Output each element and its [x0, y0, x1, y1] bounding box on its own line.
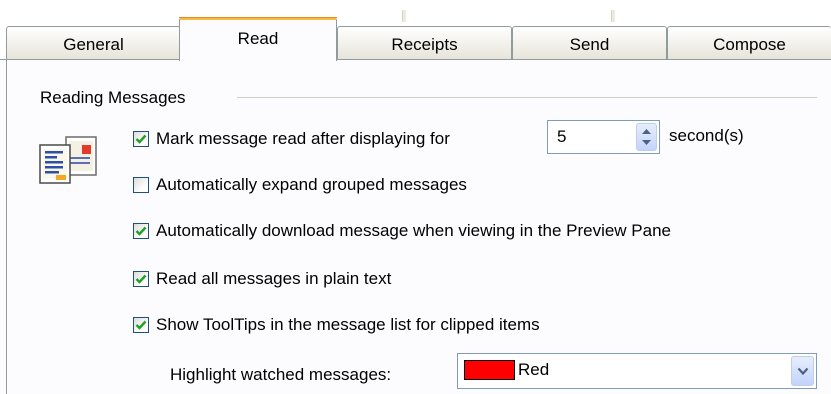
checkmark-icon — [135, 320, 147, 330]
expand-grouped-checkbox[interactable] — [133, 177, 149, 193]
highlight-watched-label: Highlight watched messages: — [170, 365, 392, 384]
mark-read-label: Mark message read after displaying for — [156, 129, 450, 148]
plain-text-label: Read all messages in plain text — [156, 269, 392, 288]
checkmark-icon — [135, 134, 147, 144]
tooltips-checkbox[interactable] — [133, 317, 149, 333]
tab-label: Read — [237, 29, 279, 48]
auto-download-checkbox[interactable] — [133, 223, 149, 239]
mark-read-checkbox[interactable] — [133, 131, 149, 147]
tooltips-label: Show ToolTips in the message list for cl… — [156, 315, 540, 334]
auto-download-label: Automatically download message when view… — [156, 221, 672, 240]
tab-send[interactable]: Send — [512, 26, 667, 59]
tab-label: Receipts — [391, 35, 458, 54]
tab-divider-decoration — [402, 10, 406, 22]
spin-arrows-icon — [642, 129, 651, 145]
tab-divider-decoration — [611, 10, 615, 22]
tab-receipts[interactable]: Receipts — [337, 26, 512, 59]
tab-label: General — [63, 35, 124, 54]
option-plain-text[interactable]: Read all messages in plain text — [133, 267, 391, 291]
option-mark-read[interactable]: Mark message read after displaying for — [133, 127, 450, 151]
tab-compose[interactable]: Compose — [667, 26, 831, 59]
window-top-strip — [0, 0, 831, 24]
dropdown-button[interactable] — [791, 356, 814, 386]
spinner-buttons[interactable] — [636, 123, 657, 151]
tab-read[interactable]: Read — [179, 17, 337, 61]
tab-label: Compose — [713, 35, 786, 54]
highlight-color-select[interactable]: Red — [457, 353, 817, 389]
tab-label: Send — [569, 35, 610, 54]
option-auto-download[interactable]: Automatically download message when view… — [133, 219, 671, 243]
reading-messages-heading: Reading Messages — [40, 88, 186, 108]
checkmark-icon — [135, 274, 147, 284]
checkmark-icon — [135, 226, 147, 236]
message-document-icon — [38, 135, 100, 187]
highlight-selected-value: Red — [518, 360, 550, 379]
seconds-unit-label: second(s) — [669, 126, 744, 145]
plain-text-checkbox[interactable] — [133, 271, 149, 287]
group-divider — [237, 97, 817, 98]
panel-left-border — [6, 59, 7, 394]
chevron-down-icon — [797, 367, 809, 376]
option-tooltips[interactable]: Show ToolTips in the message list for cl… — [133, 313, 540, 337]
option-expand-grouped[interactable]: Automatically expand grouped messages — [133, 173, 467, 197]
color-swatch — [464, 360, 515, 380]
mark-read-seconds-spinner[interactable] — [547, 120, 660, 154]
expand-grouped-label: Automatically expand grouped messages — [156, 175, 467, 194]
seconds-input[interactable] — [548, 121, 623, 153]
tab-general[interactable]: General — [6, 26, 181, 59]
